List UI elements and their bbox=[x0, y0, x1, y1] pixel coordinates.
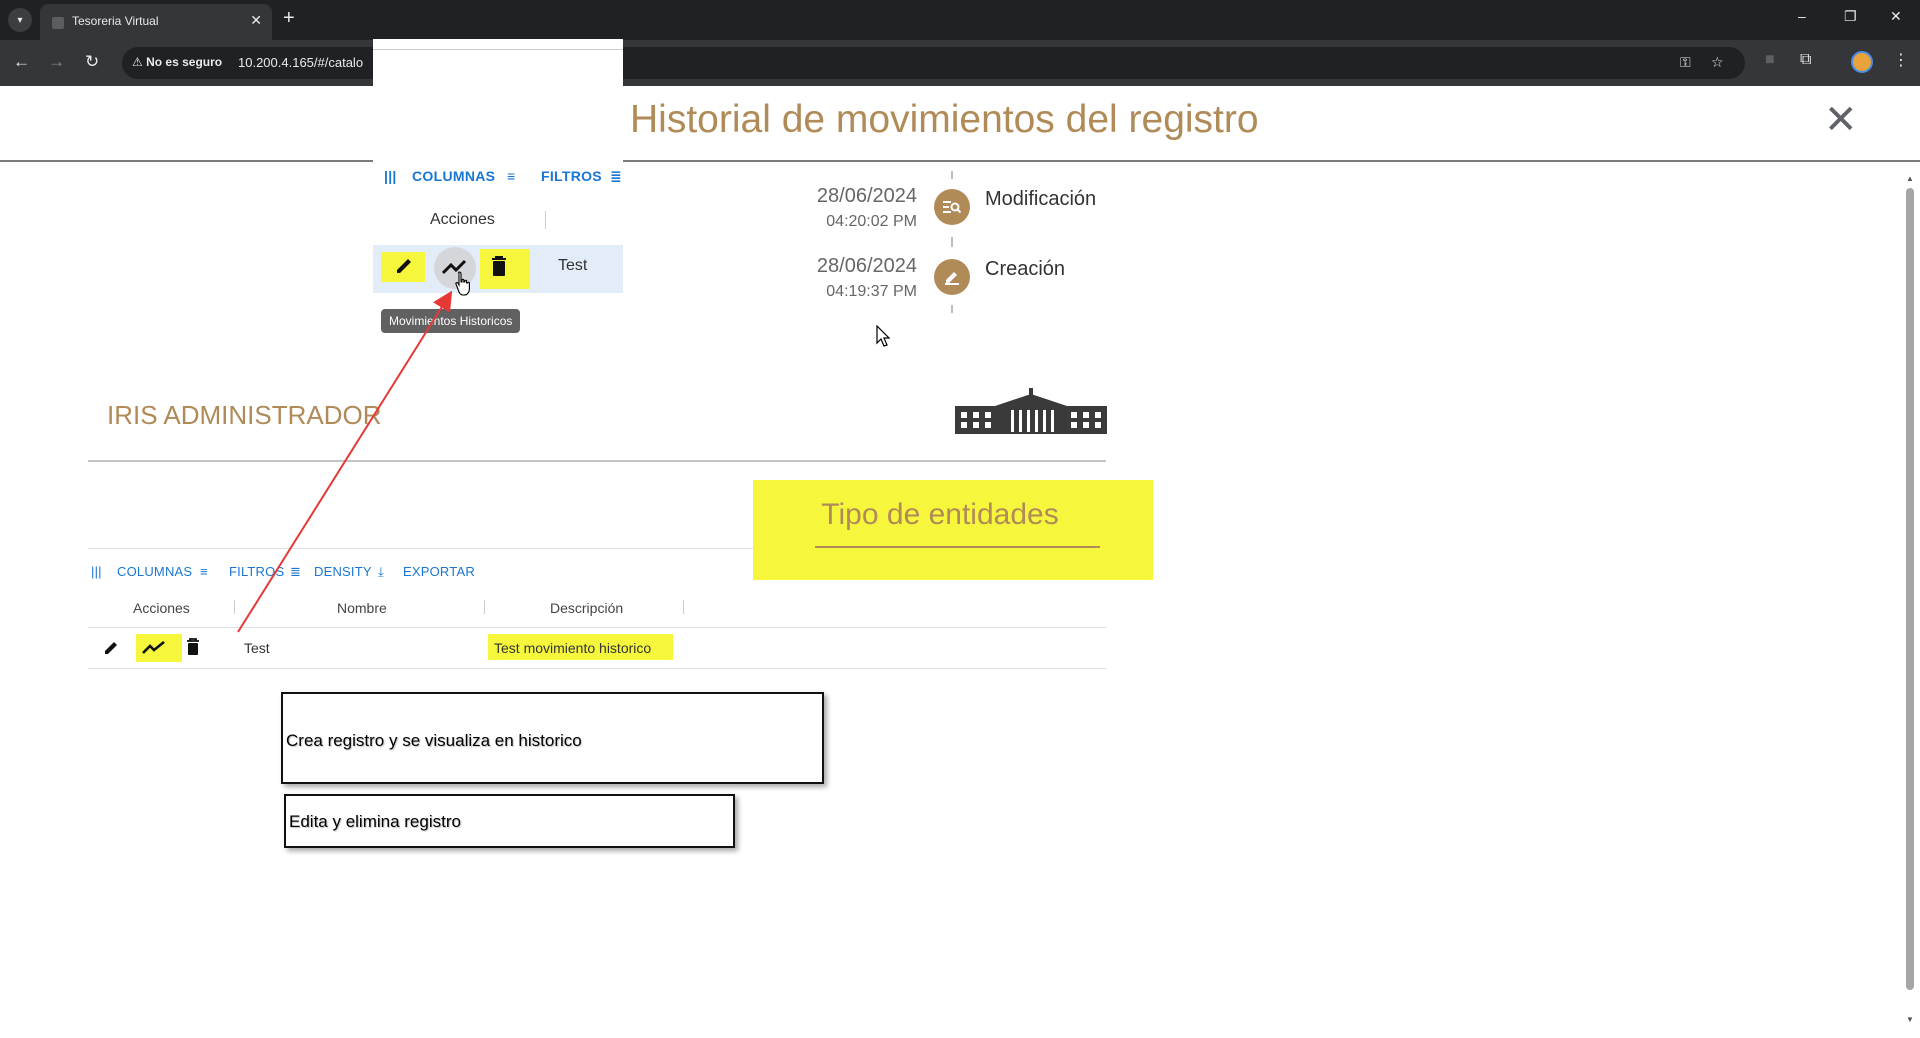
address-bar[interactable]: ⚠ No es seguro 10.200.4.165/#/catalo ⚿ ☆ bbox=[122, 47, 1745, 79]
columns-button[interactable]: COLUMNAS bbox=[117, 564, 192, 579]
timeline-date: 28/06/2024 bbox=[816, 185, 917, 207]
minimize-button[interactable]: – bbox=[1798, 8, 1806, 24]
column-separator[interactable] bbox=[683, 600, 684, 614]
browser-tab-bar: ▾ Tesoreria Virtual ✕ + – ❐ ✕ bbox=[0, 0, 1920, 40]
column-separator[interactable] bbox=[234, 600, 235, 614]
tab-title: Tesoreria Virtual bbox=[72, 14, 159, 28]
scrollbar-thumb[interactable] bbox=[1906, 188, 1914, 990]
organization-name: IRIS ADMINISTRADOR bbox=[107, 400, 382, 430]
column-header-nombre[interactable]: Nombre bbox=[337, 600, 387, 616]
scroll-up-arrow-icon[interactable]: ▲ bbox=[1906, 174, 1914, 183]
annotation-note: Edita y elimina registro bbox=[284, 794, 735, 848]
tab-search-button[interactable]: ▾ bbox=[8, 8, 32, 32]
timeline-date: 28/06/2024 bbox=[816, 255, 917, 277]
not-secure-indicator[interactable]: ⚠ No es seguro bbox=[132, 55, 222, 69]
annotation-note-text: Edita y elimina registro bbox=[289, 812, 461, 831]
site-favicon-icon bbox=[52, 17, 64, 29]
bookmark-star-icon[interactable]: ☆ bbox=[1711, 54, 1724, 71]
zoom-filters-button[interactable]: FILTROS bbox=[541, 168, 602, 184]
reload-icon[interactable]: ↻ bbox=[85, 52, 99, 72]
density-button[interactable]: DENSITY bbox=[314, 564, 372, 579]
mouse-cursor-icon bbox=[876, 325, 890, 347]
columns-icon[interactable]: ||| bbox=[91, 564, 102, 579]
zoom-row-name: Test bbox=[558, 257, 588, 274]
column-header-acciones[interactable]: Acciones bbox=[133, 600, 190, 616]
delete-icon[interactable] bbox=[186, 638, 200, 661]
modal-close-button[interactable]: ✕ bbox=[1824, 100, 1858, 140]
header-divider-line bbox=[88, 627, 1106, 628]
annotation-note: Crea registro y se visualiza en historic… bbox=[281, 692, 824, 784]
new-tab-button[interactable]: + bbox=[283, 7, 295, 30]
section-divider bbox=[88, 460, 1106, 462]
zoom-filter-icon[interactable]: ≡ bbox=[507, 168, 515, 184]
back-arrow-icon[interactable]: ← bbox=[13, 52, 30, 72]
modal-title: Historial de movimientos del registro bbox=[630, 98, 1259, 141]
export-icon[interactable]: ⤓ bbox=[378, 564, 384, 580]
column-header-descripcion[interactable]: Descripción bbox=[550, 600, 623, 616]
forward-arrow-icon[interactable]: → bbox=[48, 52, 65, 72]
row-divider bbox=[88, 668, 1106, 669]
header-divider bbox=[0, 160, 1920, 162]
browser-toolbar: ← → ↻ ⚠ No es seguro 10.200.4.165/#/cata… bbox=[0, 40, 1920, 86]
profile-avatar[interactable] bbox=[1851, 51, 1873, 73]
scroll-down-arrow-icon[interactable]: ▼ bbox=[1906, 1015, 1914, 1024]
filters-button[interactable]: FILTROS bbox=[229, 564, 284, 579]
pencil-icon bbox=[934, 259, 970, 295]
section-title: Tipo de entidades bbox=[821, 498, 1059, 531]
government-building-icon bbox=[955, 388, 1107, 434]
timeline-connector bbox=[951, 305, 953, 313]
filter-icon[interactable]: ≡ bbox=[200, 564, 208, 579]
row-descripcion: Test movimiento historico bbox=[494, 640, 652, 656]
zoom-panel-divider bbox=[373, 49, 623, 50]
timeline-time: 04:19:37 PM bbox=[826, 283, 917, 300]
browser-tab[interactable]: Tesoreria Virtual ✕ bbox=[40, 4, 272, 40]
password-key-icon[interactable]: ⚿ bbox=[1680, 54, 1691, 71]
section-title-underline bbox=[815, 546, 1100, 548]
extensions-puzzle-icon[interactable]: ⧉ bbox=[1800, 51, 1811, 69]
tooltip: Movimientos Historicos bbox=[381, 309, 521, 333]
row-nombre: Test bbox=[244, 640, 270, 656]
timeline-connector bbox=[951, 171, 953, 179]
restore-button[interactable]: ❐ bbox=[1844, 8, 1857, 25]
url-text[interactable]: 10.200.4.165/#/catalo bbox=[238, 55, 363, 70]
timeline-label: Creación bbox=[985, 258, 1066, 280]
list-search-icon bbox=[934, 189, 970, 225]
zoom-density-icon[interactable]: ≣ bbox=[610, 168, 622, 185]
timeline-time: 04:20:02 PM bbox=[826, 213, 917, 230]
zoom-columns-icon[interactable]: ||| bbox=[384, 168, 397, 184]
hand-cursor-icon bbox=[455, 271, 470, 296]
trending-icon[interactable] bbox=[142, 640, 166, 660]
column-separator[interactable] bbox=[484, 600, 485, 614]
export-button[interactable]: EXPORTAR bbox=[403, 564, 475, 579]
zoom-column-separator bbox=[545, 211, 546, 229]
timeline-label: Modificación bbox=[985, 188, 1097, 210]
window-close-button[interactable]: ✕ bbox=[1890, 8, 1902, 25]
zoom-acciones-header: Acciones bbox=[430, 211, 495, 228]
tab-close-icon[interactable]: ✕ bbox=[250, 12, 262, 29]
zoom-delete-icon[interactable] bbox=[490, 255, 508, 283]
extension-icon[interactable]: ■ bbox=[1765, 51, 1775, 69]
zoom-columns-button[interactable]: COLUMNAS bbox=[412, 168, 495, 184]
grid-top-divider bbox=[88, 548, 753, 549]
density-icon[interactable]: ≣ bbox=[290, 564, 301, 580]
annotation-note-text: Crea registro y se visualiza en historic… bbox=[286, 731, 582, 750]
edit-icon[interactable] bbox=[103, 638, 121, 661]
browser-menu-icon[interactable]: ⋮ bbox=[1893, 50, 1909, 70]
timeline-connector bbox=[951, 237, 953, 247]
zoom-edit-icon[interactable] bbox=[394, 254, 416, 282]
